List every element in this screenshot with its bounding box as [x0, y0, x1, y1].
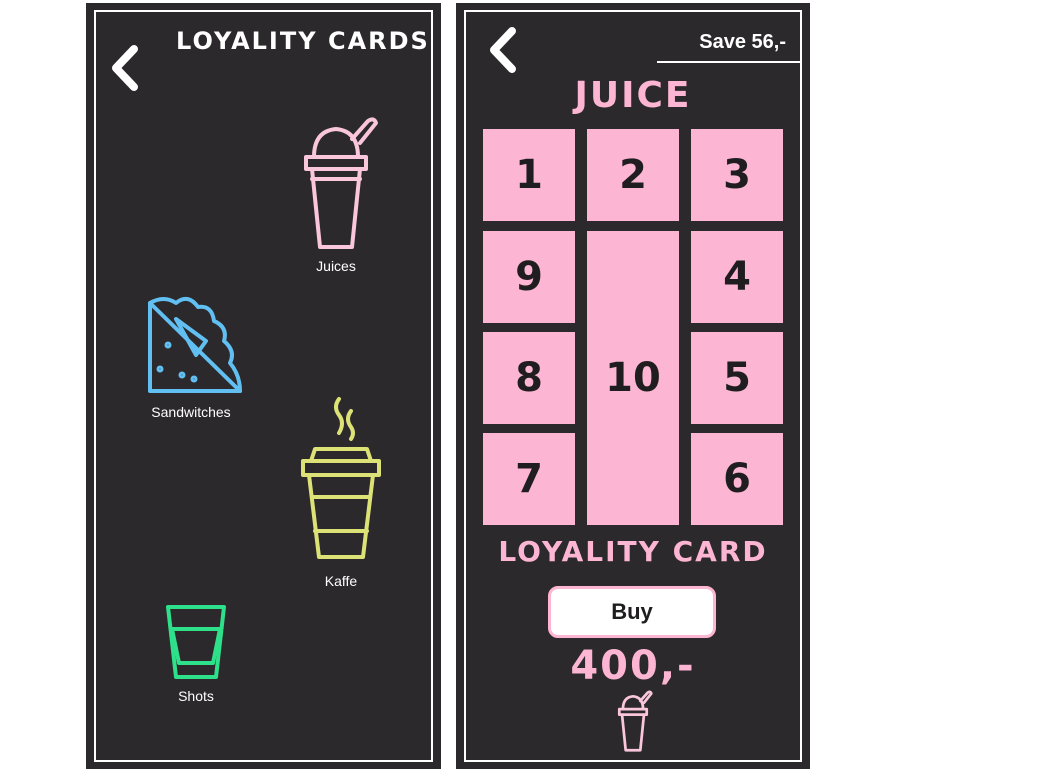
back-arrow-icon[interactable]: [108, 43, 142, 93]
stamp-10: 10: [587, 231, 679, 525]
category-shots[interactable]: Shots: [146, 601, 246, 704]
juice-card-screen: Save 56,- JUICE 1 2 3 4 5 6 7 8 9 10 LOY…: [456, 3, 810, 769]
category-label: Sandwitches: [151, 404, 231, 420]
loyalty-cards-screen: LOYALITY CARDS Juices Sandwitches Kaffe …: [86, 3, 441, 769]
buy-button[interactable]: Buy: [548, 586, 716, 638]
back-arrow-icon[interactable]: [486, 25, 520, 75]
stamp-2: 2: [587, 129, 679, 221]
coffee-cup-icon: [301, 397, 381, 559]
stamp-8: 8: [483, 332, 575, 424]
price: 400,-: [570, 643, 696, 689]
stamp-7: 7: [483, 433, 575, 525]
stamp-5: 5: [691, 332, 783, 424]
card-title: JUICE: [574, 75, 692, 116]
category-label: Shots: [178, 688, 214, 704]
juice-cup-icon: [617, 690, 653, 752]
juice-cup-icon: [304, 117, 378, 249]
shot-glass-icon: [166, 605, 226, 679]
sandwich-icon: [148, 296, 242, 393]
category-sandwitches[interactable]: Sandwitches: [126, 289, 256, 420]
stamp-3: 3: [691, 129, 783, 221]
page-title: LOYALITY CARDS: [176, 27, 430, 55]
category-juices[interactable]: Juices: [276, 113, 396, 274]
savings-label: Save 56,-: [657, 21, 802, 63]
stamp-9: 9: [483, 231, 575, 323]
stamp-1: 1: [483, 129, 575, 221]
category-label: Juices: [316, 258, 356, 274]
loyalty-card-label: LOYALITY CARD: [498, 535, 768, 568]
stamp-4: 4: [691, 231, 783, 323]
category-kaffe[interactable]: Kaffe: [286, 393, 396, 589]
category-label: Kaffe: [324, 573, 358, 589]
stamp-6: 6: [691, 433, 783, 525]
